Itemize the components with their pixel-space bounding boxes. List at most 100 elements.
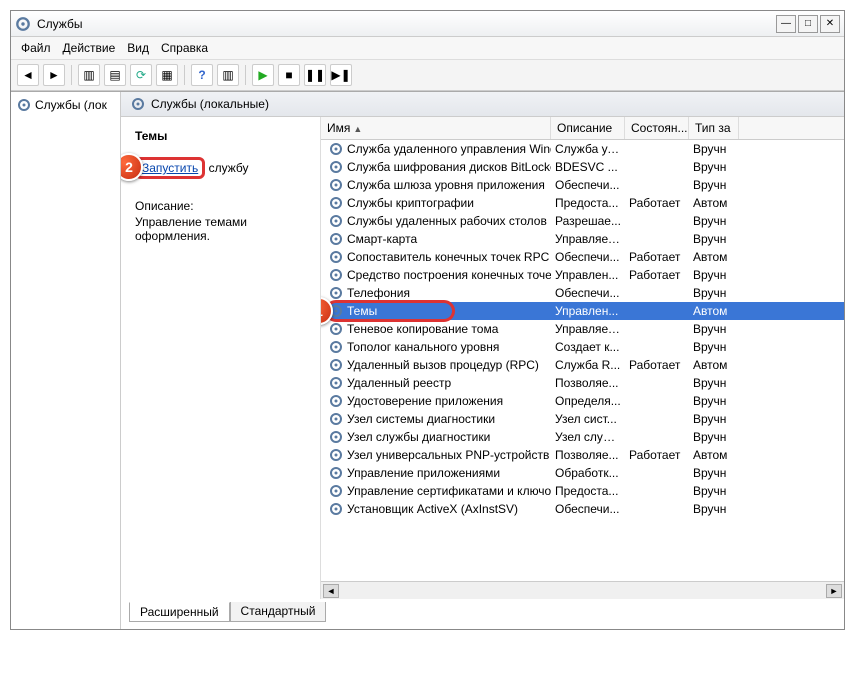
refresh-button[interactable]: ⟳ <box>130 64 152 86</box>
panel-header-label: Службы (локальные) <box>151 97 269 111</box>
cell-type: Вручн <box>689 484 739 498</box>
menu-action[interactable]: Действие <box>63 41 116 55</box>
cell-desc: Обеспечи... <box>551 250 625 264</box>
gear-icon <box>329 214 343 228</box>
titlebar[interactable]: Службы — □ ✕ <box>11 11 844 37</box>
table-row[interactable]: Теневое копирование томаУправляет...Вруч… <box>321 320 844 338</box>
cell-type: Автом <box>689 358 739 372</box>
close-button[interactable]: ✕ <box>820 15 840 33</box>
table-row[interactable]: Средство построения конечных точек...Упр… <box>321 266 844 284</box>
table-row[interactable]: Узел службы диагностикиУзел служ...Вручн <box>321 428 844 446</box>
list-body[interactable]: Служба удаленного управления Wind...Служ… <box>321 140 844 581</box>
cell-name: Смарт-карта <box>325 232 551 246</box>
start-service-button[interactable]: ▶ <box>252 64 274 86</box>
minimize-button[interactable]: — <box>776 15 796 33</box>
restart-service-button[interactable]: ▶❚ <box>330 64 352 86</box>
sort-asc-icon: ▲ <box>353 124 362 134</box>
column-state[interactable]: Состоян... <box>625 117 689 139</box>
table-row[interactable]: Узел системы диагностикиУзел сист...Вруч… <box>321 410 844 428</box>
cell-name: Удостоверение приложения <box>325 394 551 408</box>
scroll-right-button[interactable]: ► <box>826 584 842 598</box>
cell-name: Сопоставитель конечных точек RPC <box>325 250 551 264</box>
gear-icon <box>329 358 343 372</box>
help-button[interactable]: ? <box>191 64 213 86</box>
cell-desc: Управляет... <box>551 232 625 246</box>
list-icon: ▤ <box>109 68 120 82</box>
maximize-button[interactable]: □ <box>798 15 818 33</box>
horizontal-scrollbar[interactable]: ◄ ► <box>321 581 844 599</box>
tree-root-label: Службы (лок <box>35 98 107 112</box>
tab-extended[interactable]: Расширенный <box>129 602 230 622</box>
play-icon: ▶ <box>258 68 267 82</box>
table-row[interactable]: Служба шлюза уровня приложенияОбеспечи..… <box>321 176 844 194</box>
tree-panel[interactable]: Службы (лок <box>11 92 121 629</box>
menu-file[interactable]: Файл <box>21 41 51 55</box>
cell-desc: Создает к... <box>551 340 625 354</box>
cell-desc: Предоста... <box>551 484 625 498</box>
pause-icon: ❚❚ <box>305 68 325 82</box>
scroll-left-button[interactable]: ◄ <box>323 584 339 598</box>
cell-type: Вручн <box>689 178 739 192</box>
table-row[interactable]: Тополог канального уровняСоздает к...Вру… <box>321 338 844 356</box>
details-button[interactable]: ▥ <box>217 64 239 86</box>
gear-icon <box>17 98 31 112</box>
cell-type: Автом <box>689 250 739 264</box>
table-row[interactable]: Удаленный вызов процедур (RPC)Служба R..… <box>321 356 844 374</box>
separator <box>184 65 185 85</box>
cell-desc: Обеспечи... <box>551 502 625 516</box>
table-row[interactable]: Удаленный реестрПозволяе...Вручн <box>321 374 844 392</box>
start-service-link[interactable]: Запустить <box>142 161 198 175</box>
table-row[interactable]: ТемыУправлен...Автом <box>321 302 844 320</box>
stop-service-button[interactable]: ■ <box>278 64 300 86</box>
table-row[interactable]: Смарт-картаУправляет...Вручн <box>321 230 844 248</box>
cell-type: Вручн <box>689 376 739 390</box>
description-label: Описание: <box>135 199 306 213</box>
export-icon: ▦ <box>161 68 172 82</box>
cell-type: Вручн <box>689 412 739 426</box>
column-name[interactable]: Имя▲ <box>321 117 551 139</box>
cell-desc: Обработк... <box>551 466 625 480</box>
cell-type: Автом <box>689 196 739 210</box>
detail-panel: Темы 2 Запустить службу Описание: Управл… <box>121 117 321 599</box>
table-row[interactable]: Служба удаленного управления Wind...Служ… <box>321 140 844 158</box>
table-row[interactable]: Служба шифрования дисков BitLockerBDESVC… <box>321 158 844 176</box>
table-row[interactable]: Узел универсальных PNP-устройствПозволяе… <box>321 446 844 464</box>
tab-standard[interactable]: Стандартный <box>230 602 327 622</box>
cell-desc: Служба R... <box>551 358 625 372</box>
cell-state: Работает <box>625 250 689 264</box>
cell-name: Служба шлюза уровня приложения <box>325 178 551 192</box>
cell-desc: Обеспечи... <box>551 286 625 300</box>
cell-name: Средство построения конечных точек... <box>325 268 551 282</box>
table-row[interactable]: Управление приложениямиОбработк...Вручн <box>321 464 844 482</box>
cell-desc: Управлен... <box>551 304 625 318</box>
cell-type: Вручн <box>689 340 739 354</box>
menu-help[interactable]: Справка <box>161 41 208 55</box>
cell-desc: Предоста... <box>551 196 625 210</box>
tree-root-services[interactable]: Службы (лок <box>15 96 116 114</box>
separator <box>71 65 72 85</box>
column-startup-type[interactable]: Тип за <box>689 117 739 139</box>
menu-view[interactable]: Вид <box>127 41 149 55</box>
table-row[interactable]: Службы криптографииПредоста...РаботаетАв… <box>321 194 844 212</box>
export-button[interactable]: ▦ <box>156 64 178 86</box>
pause-service-button[interactable]: ❚❚ <box>304 64 326 86</box>
back-button[interactable]: ◄ <box>17 64 39 86</box>
show-hide-tree-button[interactable]: ▥ <box>78 64 100 86</box>
cell-desc: Служба уд... <box>551 142 625 156</box>
properties-button[interactable]: ▤ <box>104 64 126 86</box>
column-description[interactable]: Описание <box>551 117 625 139</box>
table-row[interactable]: ТелефонияОбеспечи...Вручн <box>321 284 844 302</box>
cell-name: Служба удаленного управления Wind... <box>325 142 551 156</box>
gear-icon <box>329 322 343 336</box>
table-row[interactable]: Сопоставитель конечных точек RPCОбеспечи… <box>321 248 844 266</box>
table-row[interactable]: Удостоверение приложенияОпределя...Вручн <box>321 392 844 410</box>
table-row[interactable]: Службы удаленных рабочих столовРазрешае.… <box>321 212 844 230</box>
toolbar: ◄ ► ▥ ▤ ⟳ ▦ ? ▥ ▶ ■ ❚❚ ▶❚ <box>11 60 844 91</box>
table-row[interactable]: Установщик ActiveX (AxInstSV)Обеспечи...… <box>321 500 844 518</box>
cell-name: Телефония <box>325 286 551 300</box>
cell-state: Работает <box>625 448 689 462</box>
cell-name: Службы криптографии <box>325 196 551 210</box>
gear-icon <box>329 412 343 426</box>
forward-button[interactable]: ► <box>43 64 65 86</box>
table-row[interactable]: Управление сертификатами и ключо...Предо… <box>321 482 844 500</box>
